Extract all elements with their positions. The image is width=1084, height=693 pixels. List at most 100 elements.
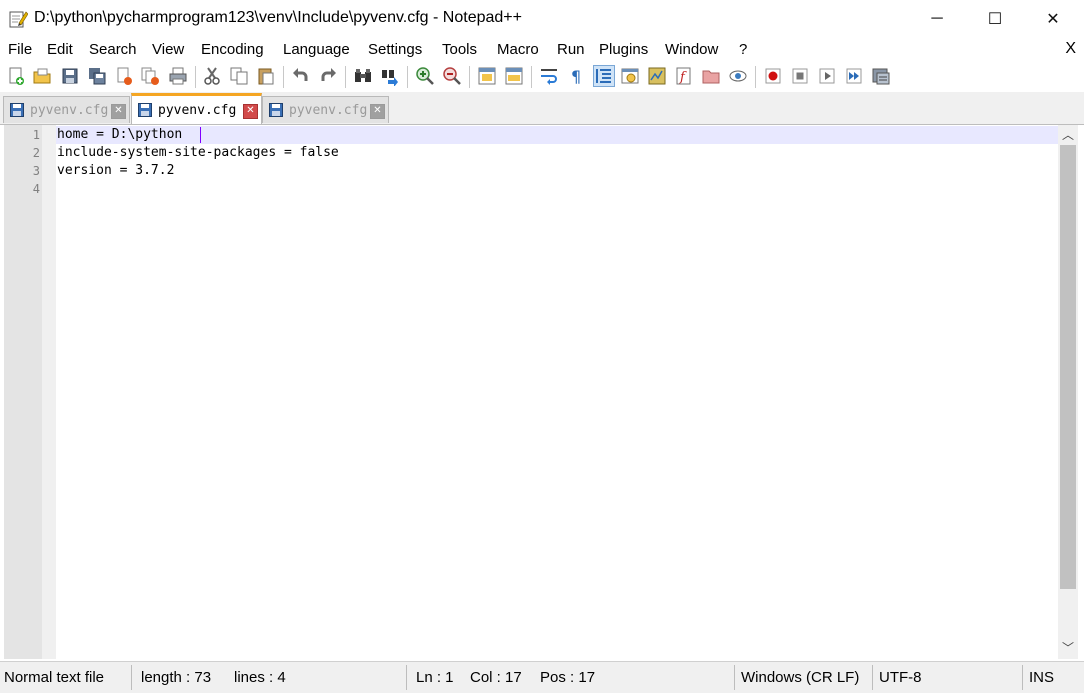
tab-document-3[interactable]: pyvenv.cfg ✕: [262, 96, 389, 123]
close-icon[interactable]: [114, 66, 134, 86]
title-bar: D:\python\pycharmprogram123\venv\Include…: [0, 0, 1084, 38]
text-caret: [200, 127, 201, 143]
cut-icon[interactable]: [202, 66, 222, 86]
zoom-in-icon[interactable]: [415, 66, 435, 86]
indent-guide-icon[interactable]: [593, 65, 615, 87]
word-wrap-icon[interactable]: [539, 66, 559, 86]
new-file-icon[interactable]: [6, 66, 26, 86]
tab-document-2[interactable]: pyvenv.cfg ✕: [131, 93, 262, 124]
vertical-scrollbar[interactable]: ︿ ﹀: [1058, 125, 1078, 659]
menu-file[interactable]: File: [8, 41, 32, 58]
tab-document-1[interactable]: pyvenv.cfg ✕: [3, 96, 130, 123]
status-lines: lines : 4: [234, 669, 286, 686]
toolbar-separator: [755, 66, 756, 88]
save-icon[interactable]: [60, 66, 80, 86]
saved-disk-icon: [10, 103, 24, 117]
status-separator: [406, 665, 407, 690]
menu-encoding[interactable]: Encoding: [201, 41, 264, 58]
menu-edit[interactable]: Edit: [47, 41, 73, 58]
document-map-icon[interactable]: [647, 66, 667, 86]
saved-disk-icon: [269, 103, 283, 117]
maximize-icon: ☐: [987, 11, 1003, 28]
status-separator: [131, 665, 132, 690]
playback-macro-icon[interactable]: [817, 66, 837, 86]
status-file-type: Normal text file: [4, 669, 105, 686]
tab-close-icon[interactable]: ✕: [243, 104, 258, 119]
folder-as-workspace-icon[interactable]: [701, 66, 721, 86]
menu-tools[interactable]: Tools: [442, 41, 477, 58]
status-eol[interactable]: Windows (CR LF): [741, 669, 859, 686]
copy-icon[interactable]: [229, 66, 249, 86]
code-line[interactable]: include-system-site-packages = false: [57, 144, 339, 162]
minimize-button[interactable]: ─: [908, 0, 966, 38]
status-line-number: Ln : 1: [416, 669, 454, 686]
close-all-icon[interactable]: [140, 66, 160, 86]
code-line[interactable]: home = D:\python: [57, 126, 182, 144]
toolbar: ¶ f: [0, 62, 1084, 92]
menu-plugins[interactable]: Plugins: [599, 41, 648, 58]
minimize-icon: ─: [931, 10, 943, 27]
status-column: Col : 17: [470, 669, 522, 686]
fold-margin[interactable]: [42, 125, 56, 659]
user-defined-language-icon[interactable]: [620, 66, 640, 86]
code-line[interactable]: version = 3.7.2: [57, 162, 174, 180]
scroll-up-icon[interactable]: ︿: [1058, 126, 1078, 144]
menu-view[interactable]: View: [152, 41, 184, 58]
saved-disk-icon: [138, 103, 152, 117]
function-list-icon[interactable]: f: [674, 66, 694, 86]
toolbar-separator: [407, 66, 408, 88]
status-encoding[interactable]: UTF-8: [879, 669, 922, 686]
paste-icon[interactable]: [256, 66, 276, 86]
line-number: 1: [32, 128, 40, 142]
undo-icon[interactable]: [291, 66, 311, 86]
svg-text:¶: ¶: [571, 67, 581, 86]
redo-icon[interactable]: [318, 66, 338, 86]
menu-search[interactable]: Search: [89, 41, 137, 58]
toolbar-separator: [283, 66, 284, 88]
menu-settings[interactable]: Settings: [368, 41, 422, 58]
sync-horizontal-icon[interactable]: [504, 66, 524, 86]
notepad-plus-plus-icon: [8, 9, 29, 29]
replace-icon[interactable]: [380, 66, 400, 86]
sync-vertical-icon[interactable]: [477, 66, 497, 86]
scrollbar-thumb[interactable]: [1060, 145, 1076, 589]
editor-area[interactable]: 1 2 3 4 home = D:\python include-system-…: [0, 125, 1084, 659]
zoom-out-icon[interactable]: [442, 66, 462, 86]
status-separator: [734, 665, 735, 690]
line-number-margin: 1 2 3 4: [4, 125, 42, 659]
save-macro-icon[interactable]: [871, 66, 891, 86]
line-number: 4: [32, 182, 40, 196]
menu-help[interactable]: ?: [739, 41, 747, 58]
toolbar-separator: [195, 66, 196, 88]
close-window-button[interactable]: ✕: [1024, 0, 1082, 38]
maximize-button[interactable]: ☐: [966, 0, 1024, 38]
current-line-highlight: [56, 126, 1058, 144]
tab-bar: pyvenv.cfg ✕ pyvenv.cfg ✕ pyvenv.cfg ✕: [0, 92, 1084, 125]
menu-language[interactable]: Language: [283, 41, 350, 58]
status-separator: [1022, 665, 1023, 690]
status-bar: Normal text file length : 73 lines : 4 L…: [0, 661, 1084, 693]
stop-recording-icon[interactable]: [790, 66, 810, 86]
menu-window[interactable]: Window: [665, 41, 718, 58]
tab-label: pyvenv.cfg: [158, 103, 237, 118]
line-number: 3: [32, 164, 40, 178]
open-file-icon[interactable]: [32, 66, 52, 86]
menu-macro[interactable]: Macro: [497, 41, 539, 58]
tab-label: pyvenv.cfg: [289, 103, 368, 118]
status-position: Pos : 17: [540, 669, 596, 686]
save-all-icon[interactable]: [87, 66, 107, 86]
menu-run[interactable]: Run: [557, 41, 585, 58]
status-insert-mode: INS: [1029, 669, 1055, 686]
find-icon[interactable]: [353, 66, 373, 86]
tab-close-icon[interactable]: ✕: [111, 104, 126, 119]
print-icon[interactable]: [168, 66, 188, 86]
scroll-down-icon[interactable]: ﹀: [1058, 639, 1078, 657]
record-macro-icon[interactable]: [763, 66, 783, 86]
tab-close-icon[interactable]: ✕: [370, 104, 385, 119]
menu-bar: File Edit Search View Encoding Language …: [0, 38, 1084, 62]
show-all-chars-icon[interactable]: ¶: [566, 66, 586, 86]
monitoring-icon[interactable]: [728, 66, 748, 86]
close-document-button[interactable]: X: [1065, 40, 1076, 58]
run-macro-multiple-icon[interactable]: [844, 66, 864, 86]
status-separator: [872, 665, 873, 690]
